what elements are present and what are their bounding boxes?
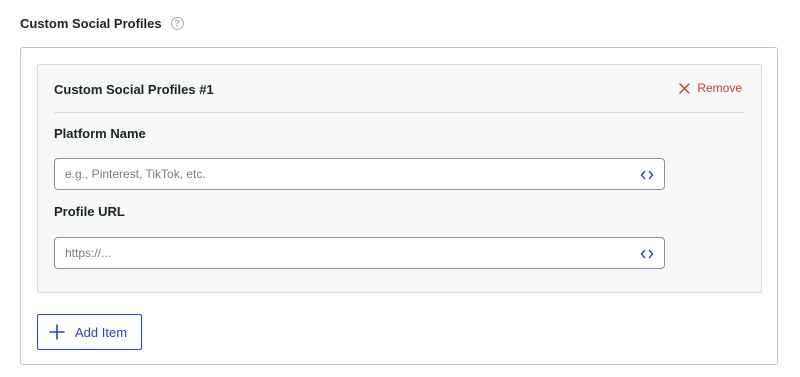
custom-social-profiles-repeater: Custom Social Profiles #1 Remove Platfor… <box>20 47 778 365</box>
platform-name-field <box>54 158 665 190</box>
profile-url-label: Profile URL <box>54 204 125 219</box>
platform-name-label: Platform Name <box>54 126 146 141</box>
custom-social-profiles-page: Custom Social Profiles ? Custom Social P… <box>0 0 800 377</box>
code-icon[interactable] <box>640 247 654 259</box>
repeater-item: Custom Social Profiles #1 Remove Platfor… <box>37 64 762 293</box>
profile-url-field <box>54 237 665 269</box>
platform-name-input[interactable] <box>55 159 615 189</box>
remove-item-label: Remove <box>697 81 742 95</box>
repeater-item-header: Custom Social Profiles #1 Remove <box>54 65 745 113</box>
plus-icon <box>49 324 65 340</box>
add-item-button[interactable]: Add Item <box>37 314 142 350</box>
question-circle-icon[interactable]: ? <box>170 16 184 30</box>
profile-url-input[interactable] <box>55 238 615 268</box>
section-title: Custom Social Profiles <box>20 15 162 31</box>
repeater-item-title: Custom Social Profiles #1 <box>54 82 214 97</box>
code-icon[interactable] <box>640 168 654 180</box>
section-header: Custom Social Profiles ? <box>20 13 184 33</box>
add-item-label: Add Item <box>75 324 128 340</box>
remove-item-button[interactable]: Remove <box>679 81 742 95</box>
close-icon <box>679 82 691 94</box>
